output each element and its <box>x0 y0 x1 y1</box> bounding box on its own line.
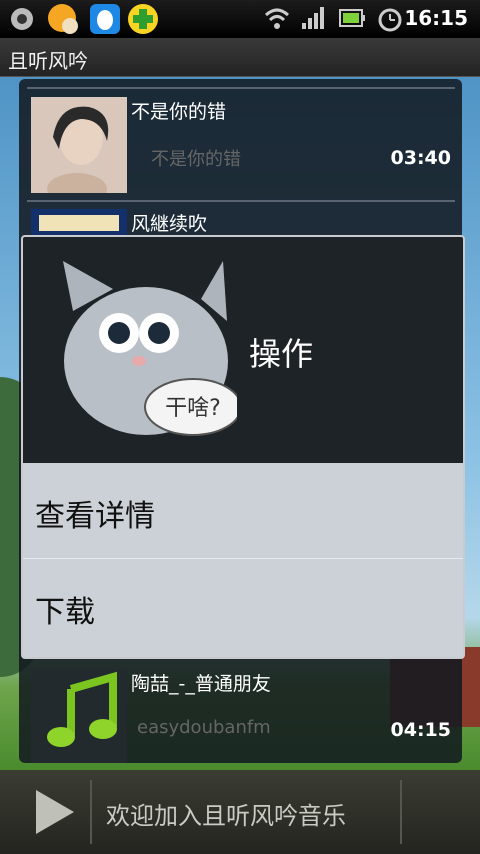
dialog-title: 操作 <box>249 335 314 373</box>
list-divider <box>27 87 455 89</box>
action-dialog: 干啥? 操作 查看详情 下载 <box>21 235 465 659</box>
player-message: 欢迎加入且听风吟音乐 <box>106 802 346 830</box>
settings-icon <box>11 8 33 30</box>
view-details-item[interactable]: 查看详情 <box>23 463 463 558</box>
view-details-label: 查看详情 <box>35 499 155 534</box>
track-subtitle: easydoubanfm <box>137 717 271 738</box>
list-divider <box>27 200 455 202</box>
wifi-icon <box>264 8 290 29</box>
dialog-header: 干啥? 操作 <box>23 237 463 463</box>
signal-icon <box>302 7 324 29</box>
track-duration: 03:40 <box>390 147 451 169</box>
player-divider <box>90 780 92 844</box>
alarm-icon <box>378 8 402 32</box>
player-bar: 欢迎加入且听风吟音乐 <box>0 770 480 854</box>
app-title-bar: 且听风吟 <box>0 38 480 77</box>
status-bar: 16:15 <box>0 0 480 38</box>
track-subtitle: 不是你的错 <box>151 149 241 170</box>
mascot-cat-icon: 干啥? <box>63 261 237 436</box>
qq-avatar-icon <box>48 4 78 34</box>
track-title: 不是你的错 <box>131 101 227 123</box>
app-title: 且听风吟 <box>8 49 88 73</box>
clock-time: 16:15 <box>404 6 468 30</box>
qq-manager-icon <box>128 4 158 34</box>
music-note-icon <box>31 669 127 763</box>
play-icon[interactable] <box>30 788 78 836</box>
mascot-speech-text: 干啥? <box>165 396 221 421</box>
track-duration: 04:15 <box>390 719 451 741</box>
qq-penguin-icon <box>90 4 120 34</box>
download-item[interactable]: 下载 <box>23 559 463 654</box>
download-label: 下载 <box>35 595 95 630</box>
player-divider <box>400 780 402 844</box>
track-title: 陶喆_-_普通朋友 <box>131 673 271 695</box>
track-title: 风継续吹 <box>131 213 208 235</box>
battery-icon <box>339 9 365 27</box>
album-cover-image <box>31 97 127 193</box>
